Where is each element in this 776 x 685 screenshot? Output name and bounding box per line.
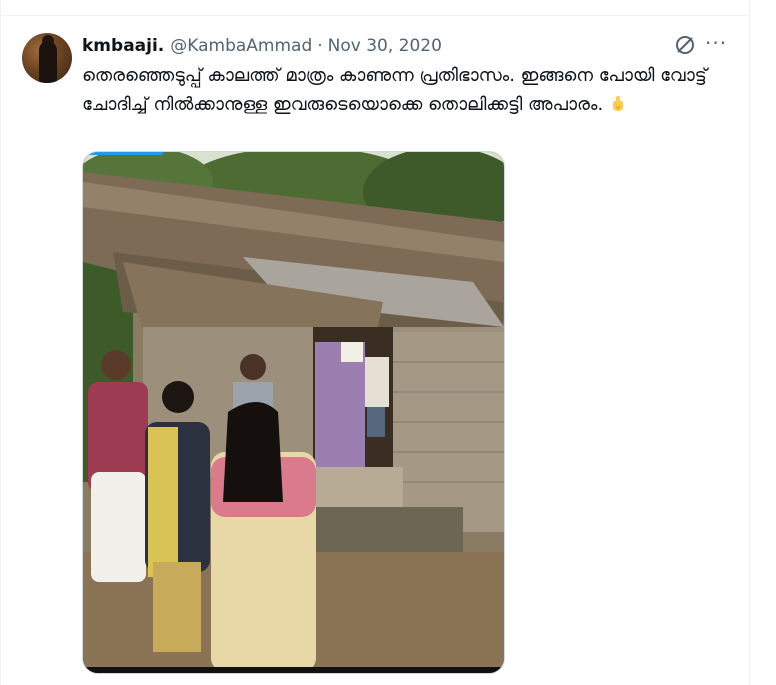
user-handle[interactable]: @KambaAmmad [170,36,312,56]
grok-icon[interactable] [674,34,696,56]
tweet-photo[interactable] [82,151,505,674]
tweet-text: തെരഞ്ഞെടുപ്പ് കാലത്ത് മാത്രം കാണുന്ന പ്ര… [82,61,732,119]
tweet-page: kmbaaji. @KambaAmmad · Nov 30, 2020 ··· … [0,0,776,685]
tweet-date[interactable]: Nov 30, 2020 [328,36,442,56]
more-icon[interactable]: ··· [705,33,729,56]
display-name[interactable]: kmbaaji. [82,36,164,56]
media-progress-bar [83,152,163,155]
tweet-header: kmbaaji. @KambaAmmad · Nov 30, 2020 [82,34,442,58]
separator-dot: · [317,36,323,56]
photo-scene [83,152,504,673]
avatar[interactable] [22,33,72,83]
column-border-right [749,0,750,685]
divider [0,15,750,16]
column-border-left [0,0,1,685]
pointing-down-emoji [609,93,627,111]
